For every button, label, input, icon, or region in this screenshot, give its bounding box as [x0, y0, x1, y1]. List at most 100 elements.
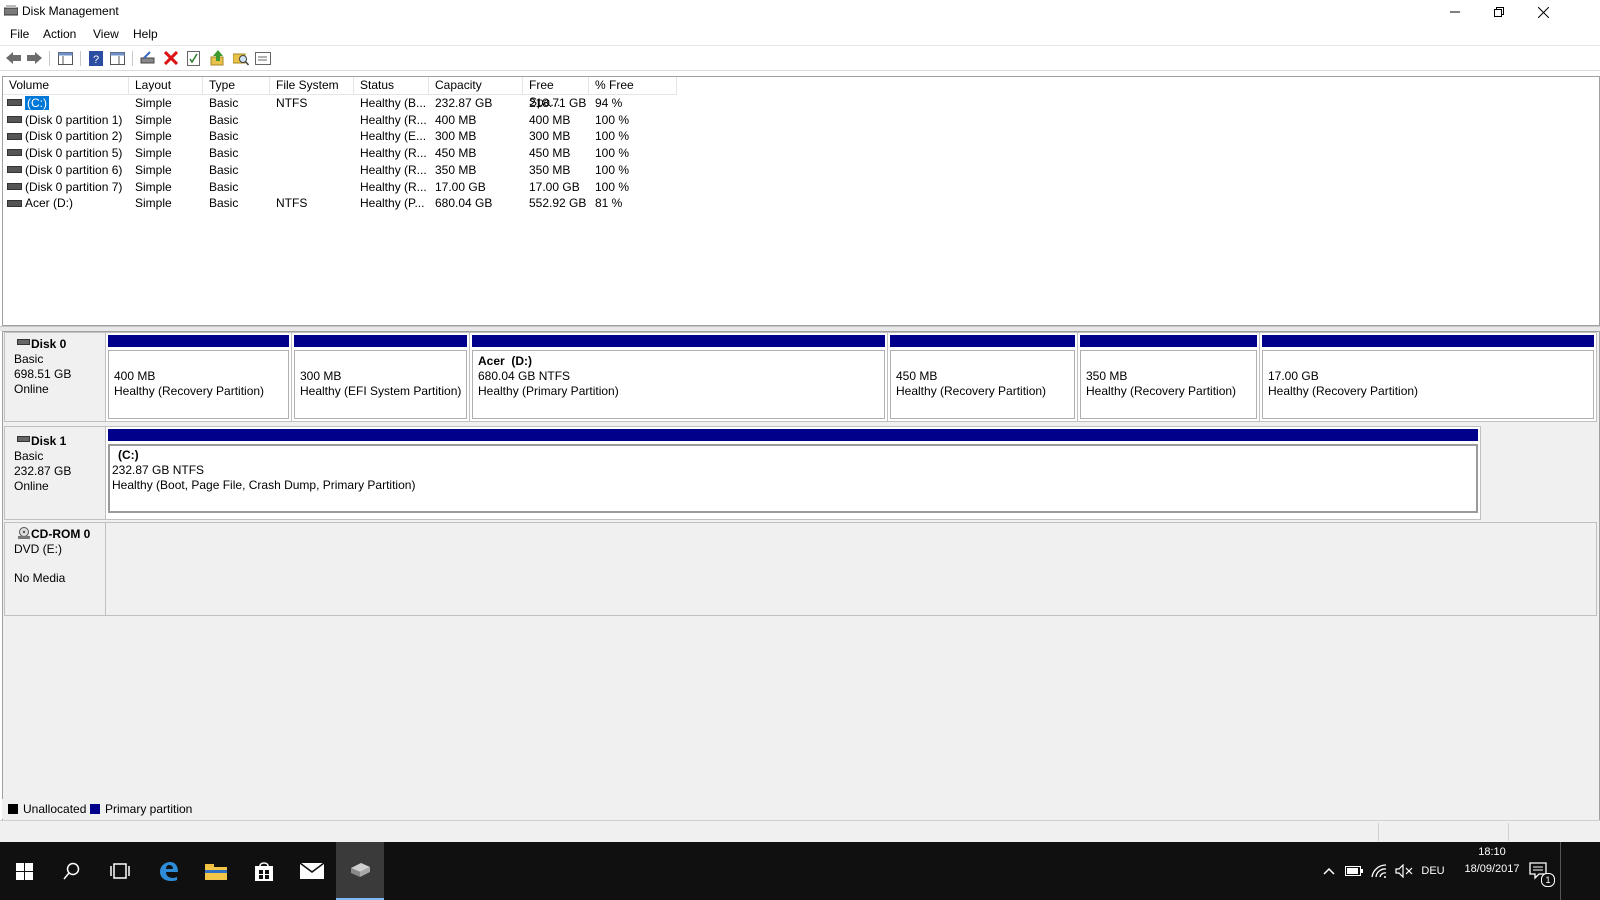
disk-0-label[interactable]: Disk 0 Basic 698.51 GB Online [4, 332, 107, 422]
menu-file[interactable]: File [10, 27, 29, 41]
minimize-button[interactable] [1432, 0, 1478, 24]
partition-size: 232.87 GB NTFS [112, 463, 205, 477]
delete-button[interactable] [163, 50, 179, 66]
cell-capacity: 300 MB [435, 129, 477, 144]
connect-disk-button[interactable] [140, 50, 156, 66]
partition-name: Acer (D:) [478, 354, 533, 368]
column-header-free-space[interactable]: Free Spa... [523, 77, 589, 109]
store-taskbar-button[interactable] [240, 842, 288, 900]
column-header-status[interactable]: Status [354, 77, 429, 94]
table-row[interactable]: (Disk 0 partition 2) Simple Basic Healthy (… [3, 128, 677, 145]
partition-acer-d[interactable]: Acer (D:) 680.04 GB NTFS Healthy (Primar… [470, 333, 888, 421]
volume-name: (Disk 0 partition 6) [25, 162, 123, 177]
battery-icon [1345, 866, 1363, 876]
volume-name: (Disk 0 partition 2) [25, 129, 123, 144]
up-folder-button[interactable] [210, 50, 226, 66]
edge-taskbar-button[interactable] [144, 842, 192, 900]
action-center-button[interactable]: 1 [1524, 842, 1555, 900]
column-header-file-system[interactable]: File System [270, 77, 354, 94]
start-button[interactable] [0, 842, 48, 900]
input-language-button[interactable]: DEU [1418, 842, 1448, 900]
clock-button[interactable]: 18:10 18/09/2017 [1452, 846, 1532, 882]
column-header-percent-free[interactable]: % Free [589, 77, 677, 94]
find-folder-button[interactable] [233, 50, 249, 66]
notification-count-badge: 1 [1541, 873, 1555, 887]
partition-disk0-recovery-17gb[interactable]: 17.00 GB Healthy (Recovery Partition) [1260, 333, 1596, 421]
mail-taskbar-button[interactable] [288, 842, 336, 900]
cell-status: Healthy (P... [360, 196, 425, 211]
volume-button[interactable] [1392, 842, 1416, 900]
disk-management-taskbar-button[interactable] [336, 842, 384, 900]
disk-1-label[interactable]: Disk 1 Basic 232.87 GB Online [4, 426, 107, 520]
cell-percent-free: 100 % [595, 162, 630, 177]
column-header-volume[interactable]: Volume [3, 77, 129, 94]
menu-view[interactable]: View [93, 27, 119, 41]
help-button[interactable]: ? [88, 50, 104, 66]
search-button[interactable] [48, 842, 96, 900]
battery-button[interactable] [1342, 842, 1366, 900]
partition-size: 350 MB [1086, 369, 1128, 383]
table-row[interactable]: (Disk 0 partition 7) Simple Basic Healthy (… [3, 179, 677, 196]
wifi-icon [1371, 864, 1387, 878]
cell-percent-free: 94 % [595, 96, 623, 110]
column-header-capacity[interactable]: Capacity [429, 77, 523, 94]
disk-0-partitions: 400 MB Healthy (Recovery Partition) 300 … [105, 332, 1597, 422]
partition-size: 17.00 GB [1268, 369, 1319, 383]
partition-size: 680.04 GB NTFS [478, 369, 571, 383]
cell-volume: (Disk 0 partition 7) [3, 179, 129, 196]
settings-list-button[interactable] [255, 50, 271, 66]
table-row[interactable]: (C:) Simple Basic NTFS Healthy (B... 232.87 G… [3, 95, 677, 112]
windows-logo-icon [15, 862, 33, 880]
cell-capacity: 400 MB [435, 112, 477, 127]
partition-disk0-recovery-450[interactable]: 450 MB Healthy (Recovery Partition) [888, 333, 1078, 421]
column-header-type[interactable]: Type [203, 77, 270, 94]
table-row[interactable]: Acer (D:) Simple Basic NTFS Healthy (P... 680… [3, 195, 677, 212]
disk-state: Online [14, 382, 49, 396]
network-button[interactable] [1367, 842, 1391, 900]
close-button[interactable] [1520, 0, 1566, 24]
title-bar: Disk Management [0, 0, 1600, 24]
folder-icon [205, 864, 227, 880]
volume-name: (C:) [25, 96, 49, 110]
volume-drive-icon [7, 116, 22, 124]
partition-disk0-recovery-400[interactable]: 400 MB Healthy (Recovery Partition) [106, 333, 292, 421]
legend-primary-label: Primary partition [105, 802, 193, 816]
show-hide-console-tree-button[interactable] [57, 50, 73, 66]
properties-button[interactable] [186, 50, 202, 66]
cdrom-0-label[interactable]: CD-ROM 0 DVD (E:) No Media [4, 522, 107, 616]
table-row[interactable]: (Disk 0 partition 1) Simple Basic Healthy (… [3, 112, 677, 129]
cell-volume: (Disk 0 partition 5) [3, 145, 129, 162]
cd-drive-icon [18, 527, 30, 539]
disk-connect-icon [140, 51, 155, 64]
cell-percent-free: 100 % [595, 112, 630, 127]
partition-disk0-recovery-350[interactable]: 350 MB Healthy (Recovery Partition) [1078, 333, 1260, 421]
restore-button[interactable] [1476, 0, 1522, 24]
back-button[interactable] [6, 50, 22, 66]
table-row[interactable]: (Disk 0 partition 6) Simple Basic Healthy (… [3, 162, 677, 179]
forward-button[interactable] [26, 50, 42, 66]
table-row[interactable]: (Disk 0 partition 5) Simple Basic Healthy (… [3, 145, 677, 162]
partition-c[interactable]: (C:) 232.87 GB NTFS Healthy (Boot, Page … [106, 427, 1480, 519]
cell-type: Basic [209, 179, 239, 194]
partition-size: 400 MB [114, 369, 156, 383]
disk-management-icon [351, 863, 370, 877]
cell-file-system [270, 145, 354, 162]
file-explorer-taskbar-button[interactable] [192, 842, 240, 900]
properties-view-button[interactable] [109, 50, 125, 66]
menu-action[interactable]: Action [43, 27, 76, 41]
partition-size: 450 MB [896, 369, 938, 383]
console-tree-icon [57, 51, 73, 65]
folder-search-icon [233, 53, 249, 66]
cell-percent-free: 100 % [595, 179, 630, 194]
cell-layout: Simple [135, 162, 172, 177]
partition-disk0-efi-300[interactable]: 300 MB Healthy (EFI System Partition) [292, 333, 470, 421]
menu-help[interactable]: Help [133, 27, 158, 41]
cell-type: Basic [209, 196, 239, 211]
task-view-button[interactable] [96, 842, 144, 900]
primary-partition-bar [890, 335, 1075, 347]
volume-drive-icon [7, 199, 22, 207]
show-hidden-icons-button[interactable] [1318, 842, 1340, 900]
show-desktop-button[interactable] [1560, 842, 1567, 900]
toolbar-separator [49, 51, 50, 66]
column-header-layout[interactable]: Layout [129, 77, 203, 94]
